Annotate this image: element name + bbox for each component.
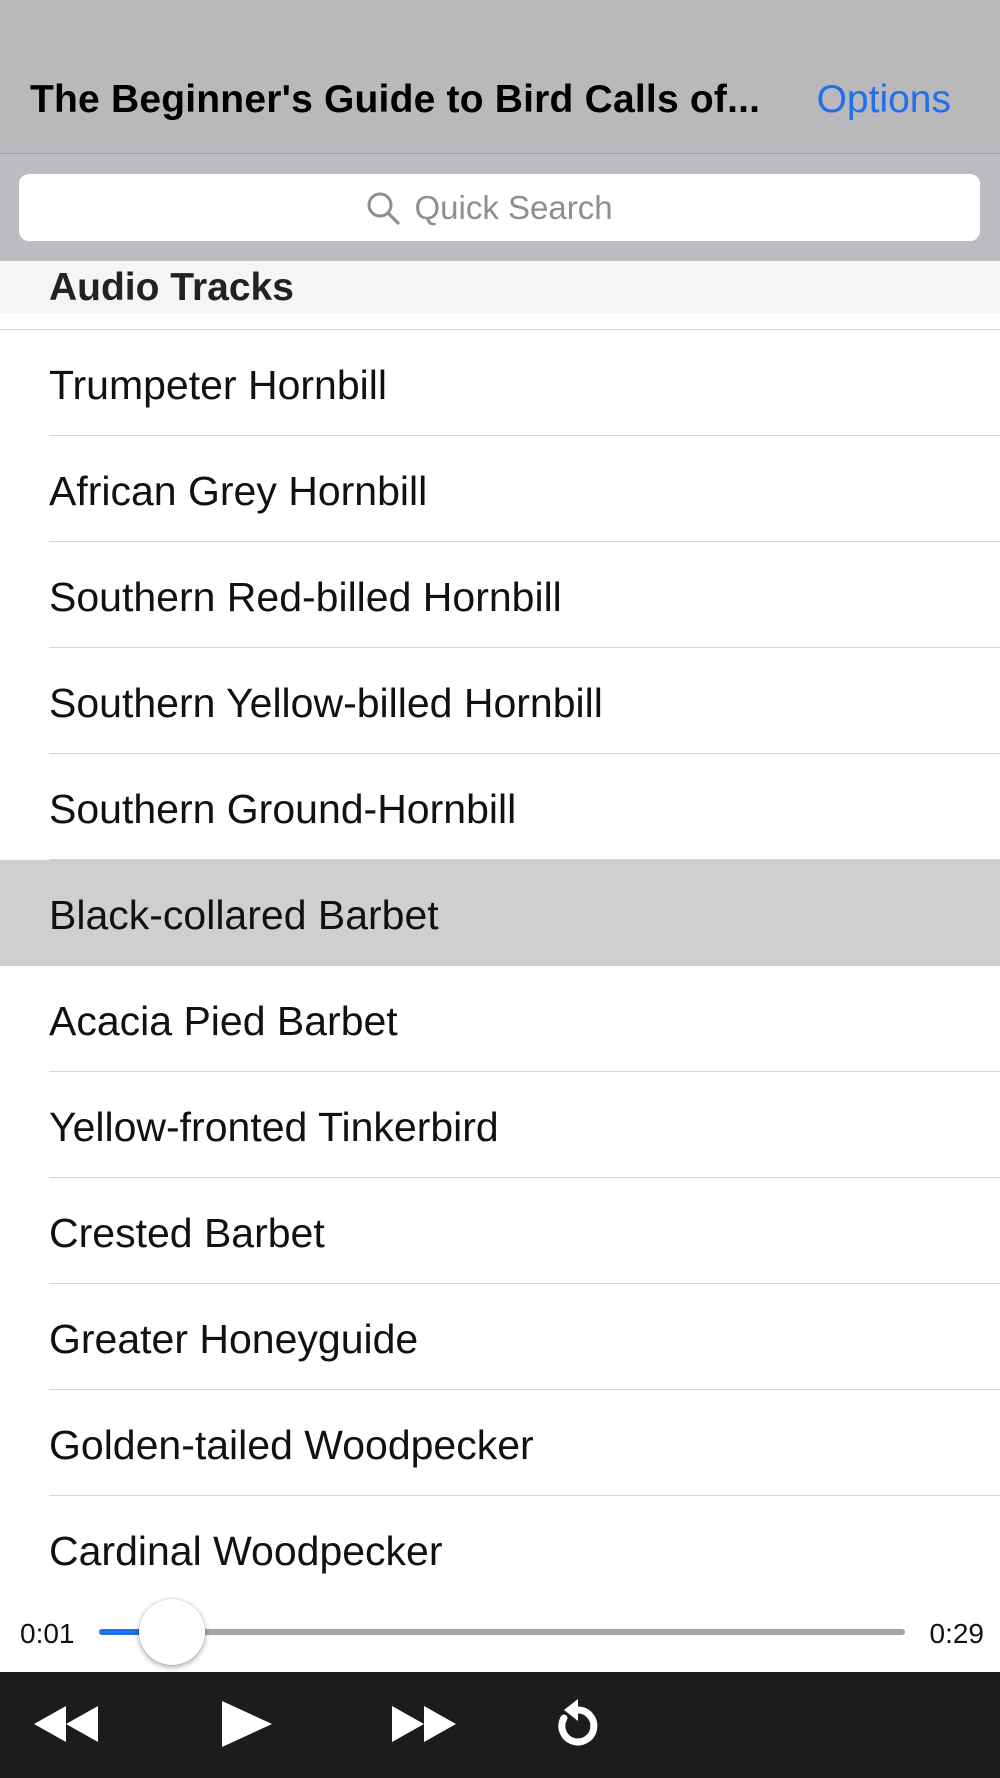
track-row[interactable]: Black-collared Barbet — [0, 860, 1000, 966]
track-row[interactable]: Trumpeter Hornbill — [0, 330, 1000, 436]
elapsed-time: 0:01 — [20, 1618, 75, 1649]
track-list: Trumpeter Hornbill African Grey Hornbill… — [0, 329, 1000, 1602]
scrubber-handle[interactable] — [138, 1599, 205, 1665]
track-title: Yellow-fronted Tinkerbird — [49, 1104, 499, 1150]
magnifier-icon — [367, 192, 400, 225]
track-title: Acacia Pied Barbet — [49, 998, 398, 1044]
track-title: Crested Barbet — [49, 1210, 325, 1256]
track-row[interactable]: Acacia Pied Barbet — [0, 966, 1000, 1072]
track-title: Black-collared Barbet — [49, 892, 439, 938]
track-row[interactable]: Southern Ground-Hornbill — [0, 754, 1000, 860]
track-title: Cardinal Woodpecker — [49, 1528, 443, 1574]
track-title: Golden-tailed Woodpecker — [49, 1422, 534, 1468]
rewind-icon — [34, 1706, 98, 1742]
section-title: Audio Tracks — [49, 266, 294, 309]
track-row[interactable]: Crested Barbet — [0, 1178, 1000, 1284]
track-title: Greater Honeyguide — [49, 1316, 419, 1362]
track-row[interactable]: Southern Yellow-billed Hornbill — [0, 648, 1000, 754]
total-time: 0:29 — [929, 1618, 985, 1649]
track-row[interactable]: Southern Red-billed Hornbill — [0, 542, 1000, 648]
track-title: Southern Red-billed Hornbill — [49, 574, 562, 620]
playback-toolbar — [0, 1672, 1000, 1778]
track-title: African Grey Hornbill — [49, 468, 428, 514]
repeat-button[interactable] — [552, 1694, 604, 1754]
track-title: Southern Yellow-billed Hornbill — [49, 680, 603, 726]
track-title: Trumpeter Hornbill — [49, 362, 387, 408]
options-button[interactable]: Options — [817, 78, 951, 122]
track-row[interactable]: Greater Honeyguide — [0, 1284, 1000, 1390]
progress-track[interactable] — [99, 1629, 905, 1635]
repeat-icon — [558, 1699, 598, 1746]
track-row[interactable]: Yellow-fronted Tinkerbird — [0, 1072, 1000, 1178]
search-bar — [0, 154, 1000, 261]
search-field[interactable] — [19, 174, 980, 241]
section-header: Audio Tracks — [0, 261, 1000, 313]
search-input[interactable] — [414, 188, 635, 227]
navigation-bar: The Beginner's Guide to Bird Calls of...… — [0, 0, 1000, 154]
page-title: The Beginner's Guide to Bird Calls of... — [30, 78, 761, 121]
track-row[interactable]: African Grey Hornbill — [0, 436, 1000, 542]
rewind-button[interactable] — [32, 1694, 100, 1754]
playback-scrubber: 0:01 0:29 — [0, 1594, 1000, 1672]
track-title: Southern Ground-Hornbill — [49, 786, 517, 832]
track-row[interactable]: Cardinal Woodpecker — [0, 1496, 1000, 1602]
fast-forward-icon — [392, 1706, 456, 1742]
track-row[interactable]: Golden-tailed Woodpecker — [0, 1390, 1000, 1496]
play-button[interactable] — [218, 1694, 274, 1754]
play-icon — [222, 1701, 272, 1747]
fast-forward-button[interactable] — [390, 1694, 458, 1754]
